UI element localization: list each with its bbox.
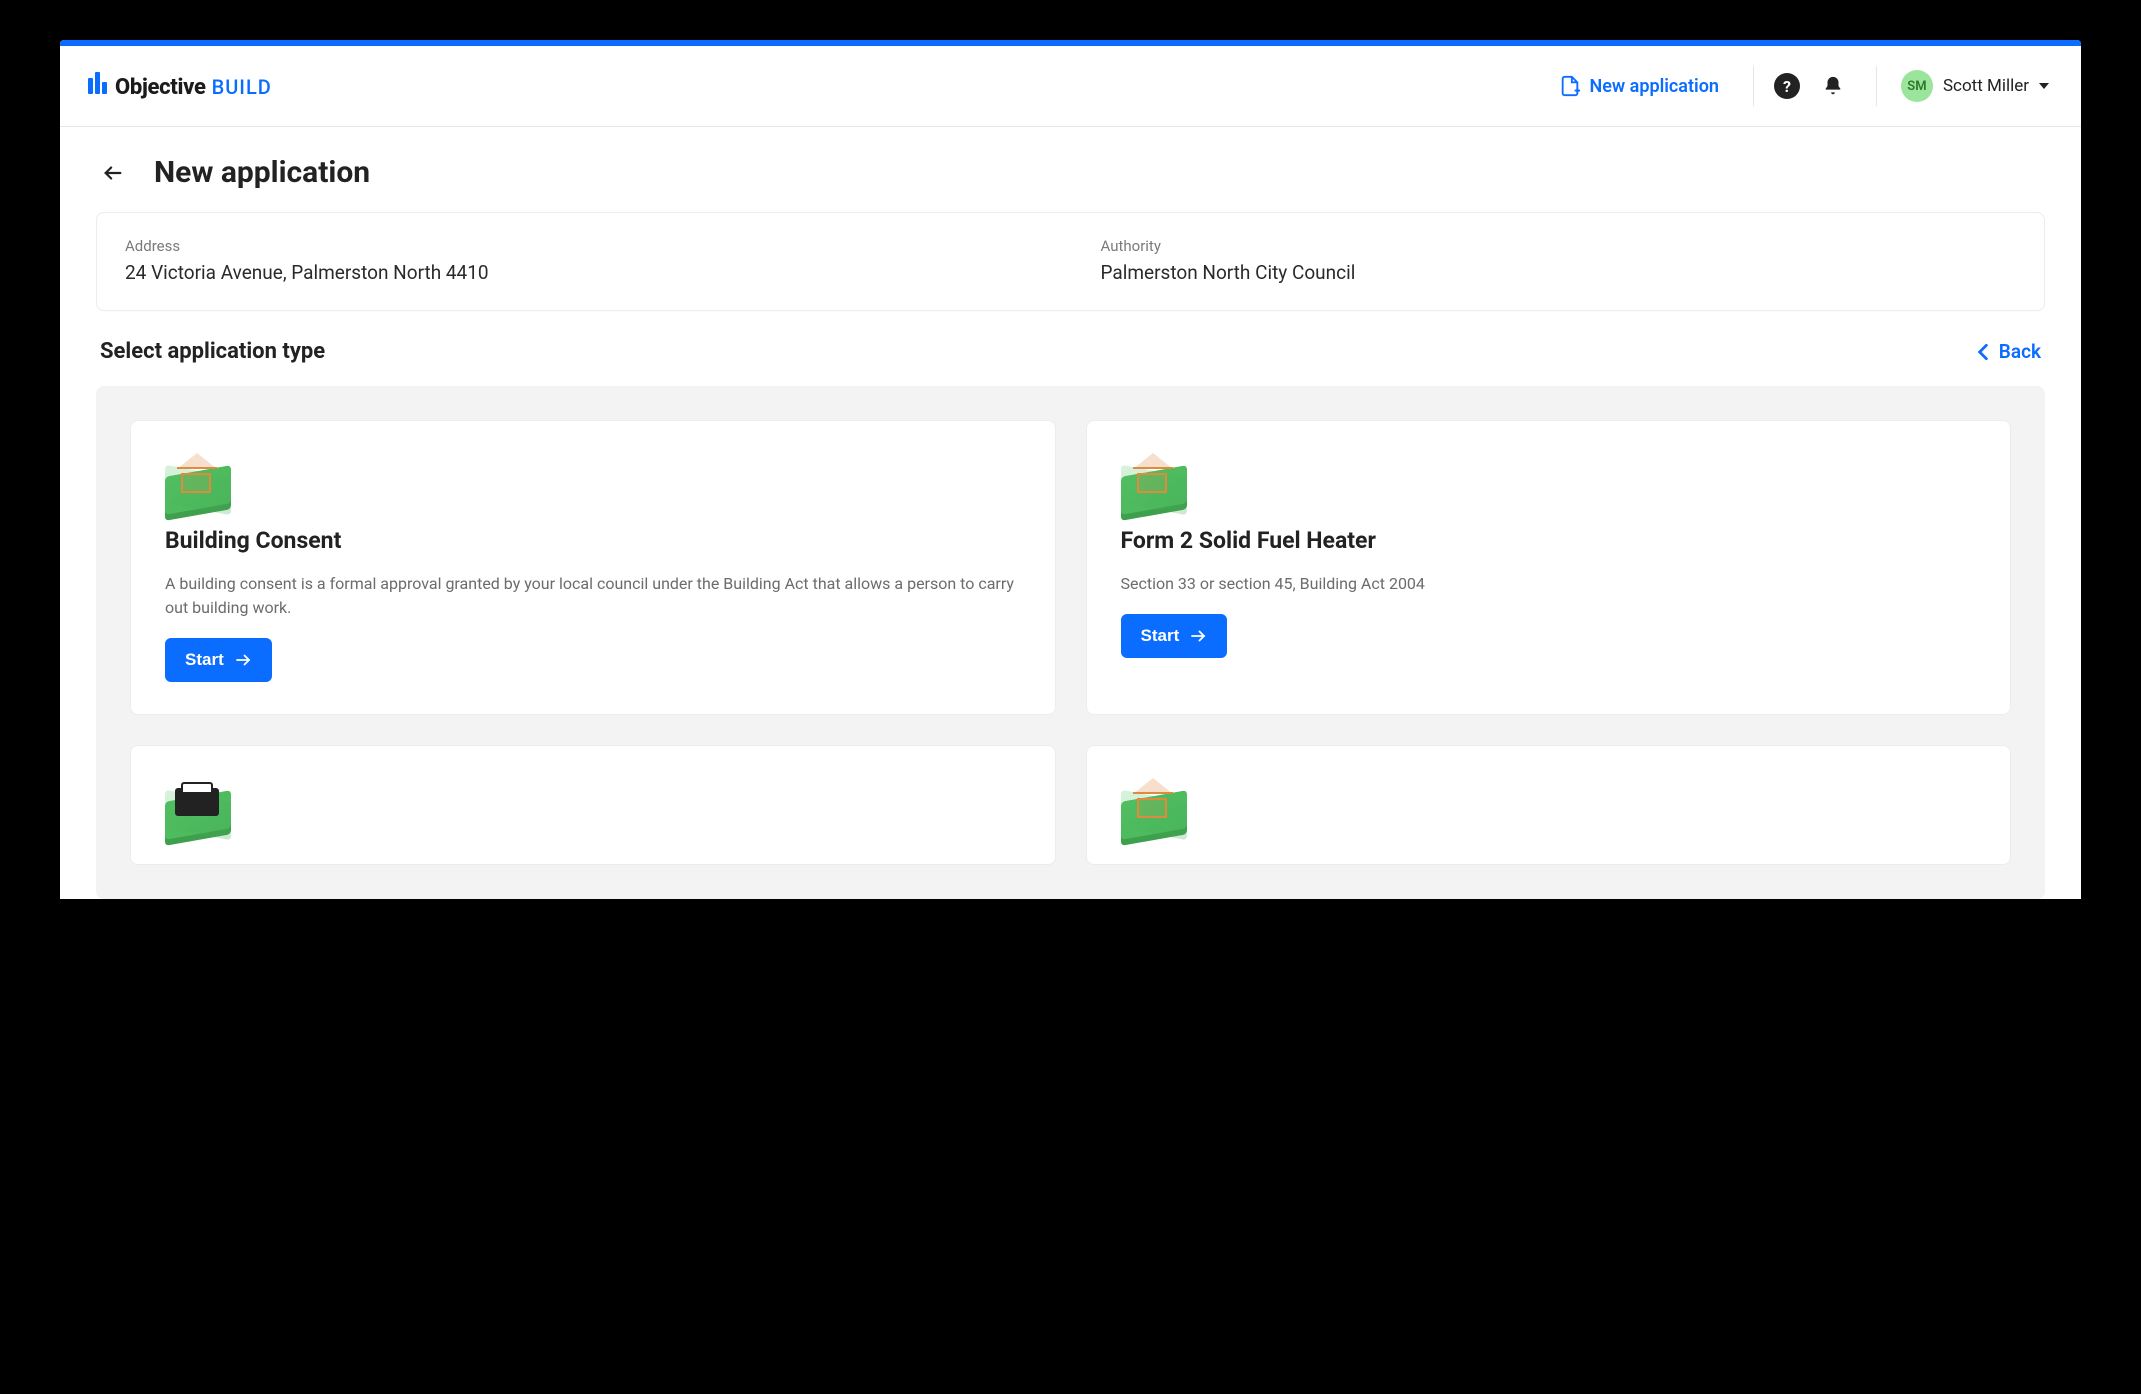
card-title: Form 2 Solid Fuel Heater	[1121, 527, 1977, 554]
chevron-down-icon	[2039, 83, 2049, 89]
start-label: Start	[1141, 626, 1180, 646]
arrow-right-icon	[234, 651, 252, 669]
chevron-left-icon	[1977, 343, 1989, 361]
summary-address: Address 24 Victoria Avenue, Palmerston N…	[125, 237, 1041, 284]
summary-card: Address 24 Victoria Avenue, Palmerston N…	[96, 212, 2045, 311]
house-icon	[1121, 451, 1193, 509]
brand-main: Objective	[115, 75, 206, 100]
application-type-grid: Building Consent A building consent is a…	[96, 386, 2045, 899]
header-bar: Objective BUILD New application ? SM Sco…	[60, 46, 2081, 127]
back-link[interactable]: Back	[1977, 340, 2041, 363]
divider	[1753, 66, 1754, 106]
bell-icon[interactable]	[1822, 75, 1844, 97]
new-application-link[interactable]: New application	[1545, 67, 1732, 105]
file-plus-icon	[1559, 75, 1581, 97]
brand-sub: BUILD	[212, 75, 272, 99]
avatar: SM	[1901, 70, 1933, 102]
page-title: New application	[154, 155, 370, 190]
address-label: Address	[125, 237, 1041, 255]
authority-value: Palmerston North City Council	[1101, 261, 2017, 284]
brand-logo[interactable]: Objective BUILD	[88, 72, 272, 100]
type-card-building-consent: Building Consent A building consent is a…	[130, 420, 1056, 715]
header-actions: New application ? SM Scott Miller	[1545, 64, 2053, 108]
type-card-partial	[130, 745, 1056, 865]
help-icon[interactable]: ?	[1774, 73, 1800, 99]
type-card-partial	[1086, 745, 2012, 865]
address-value: 24 Victoria Avenue, Palmerston North 441…	[125, 261, 1041, 284]
user-name: Scott Miller	[1943, 76, 2029, 96]
start-button[interactable]: Start	[1121, 614, 1228, 658]
start-button[interactable]: Start	[165, 638, 272, 682]
section-header: Select application type Back	[100, 339, 2041, 364]
card-title: Building Consent	[165, 527, 1021, 554]
page-title-row: New application	[60, 127, 2081, 212]
type-card-solid-fuel-heater: Form 2 Solid Fuel Heater Section 33 or s…	[1086, 420, 2012, 715]
house-icon	[165, 451, 237, 509]
back-arrow-icon[interactable]	[102, 162, 124, 184]
app-window: Objective BUILD New application ? SM Sco…	[60, 40, 2081, 899]
content: Address 24 Victoria Avenue, Palmerston N…	[60, 212, 2081, 899]
start-label: Start	[185, 650, 224, 670]
logo-bars-icon	[88, 72, 107, 94]
board-icon	[165, 776, 237, 834]
house-icon	[1121, 776, 1193, 834]
back-link-label: Back	[1999, 340, 2041, 363]
card-desc: A building consent is a formal approval …	[165, 572, 1021, 620]
authority-label: Authority	[1101, 237, 2017, 255]
divider	[1876, 66, 1877, 106]
new-application-label: New application	[1589, 76, 1718, 97]
arrow-right-icon	[1189, 627, 1207, 645]
user-menu[interactable]: SM Scott Miller	[1897, 64, 2053, 108]
card-desc: Section 33 or section 45, Building Act 2…	[1121, 572, 1977, 596]
section-title: Select application type	[100, 339, 325, 364]
summary-authority: Authority Palmerston North City Council	[1101, 237, 2017, 284]
